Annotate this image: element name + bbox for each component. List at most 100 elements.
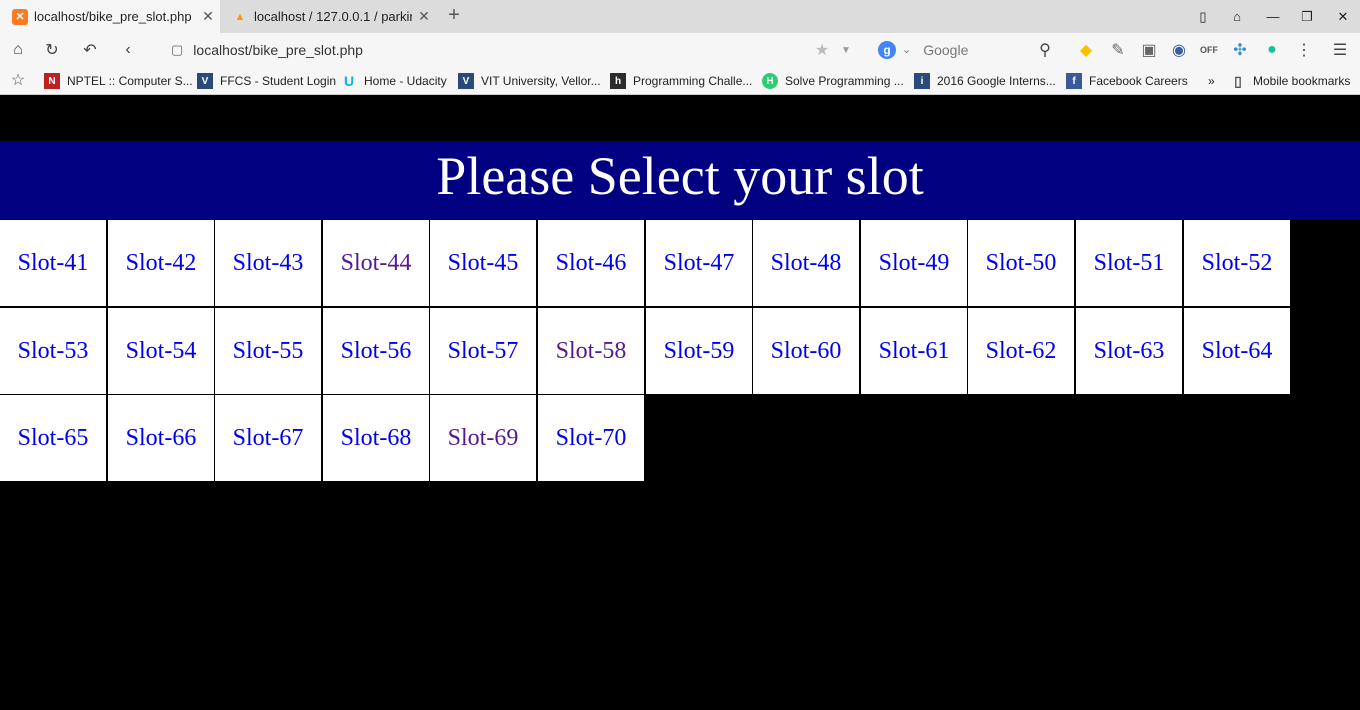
bookmark-star-icon[interactable]: ☆ xyxy=(6,68,30,92)
arrows-extension-icon[interactable]: ✣ xyxy=(1228,38,1252,62)
toolbar: ⌂ ↻ ↶ ‹ ▢ localhost/bike_pre_slot.php ★ … xyxy=(0,33,1360,66)
bookmark-ffcs[interactable]: V FFCS - Student Login xyxy=(197,71,336,91)
close-tab-icon[interactable]: ✕ xyxy=(412,8,436,25)
slot-link[interactable]: Slot-59 xyxy=(646,308,752,394)
bookmark-google-interns[interactable]: i 2016 Google Interns... xyxy=(914,71,1056,91)
slot-link[interactable]: Slot-49 xyxy=(861,220,967,306)
facebook-icon: f xyxy=(1066,73,1082,89)
reload-icon[interactable]: ↻ xyxy=(40,38,64,62)
star-icon[interactable]: ★ xyxy=(810,38,834,62)
slot-link[interactable]: Slot-53 xyxy=(0,308,106,394)
bookmark-hackerearth[interactable]: H Solve Programming ... xyxy=(762,71,904,91)
slot-link[interactable]: Slot-55 xyxy=(215,308,321,394)
info-icon: i xyxy=(914,73,930,89)
bookmark-nptel[interactable]: N NPTEL :: Computer S... xyxy=(44,71,193,91)
image-icon[interactable]: ▣ xyxy=(1137,38,1161,62)
ffcs-icon: V xyxy=(197,73,213,89)
maximize-icon[interactable]: ❐ xyxy=(1290,0,1324,33)
vit-icon: V xyxy=(458,73,474,89)
back-icon[interactable]: ‹ xyxy=(116,38,140,62)
page-title: Please Select your slot xyxy=(0,141,1360,219)
home-icon[interactable]: ⌂ xyxy=(6,38,30,62)
undo-icon[interactable]: ↶ xyxy=(78,38,102,62)
slot-link[interactable]: Slot-57 xyxy=(430,308,536,394)
bookmark-label: Mobile bookmarks xyxy=(1253,74,1351,88)
off-extension-icon[interactable]: OFF xyxy=(1197,38,1221,62)
search-engine-icon: g xyxy=(878,40,896,59)
bookmark-udacity[interactable]: U Home - Udacity xyxy=(341,71,447,91)
bookmark-label: VIT University, Vellor... xyxy=(481,74,601,88)
bookmark-label: Programming Challe... xyxy=(633,74,753,88)
hackerrank-icon: h xyxy=(610,73,626,89)
slot-link[interactable]: Slot-67 xyxy=(215,395,321,481)
chevron-down-icon[interactable]: ⌄ xyxy=(902,43,911,56)
slot-link[interactable]: Slot-62 xyxy=(968,308,1074,394)
keep-icon[interactable]: ◆ xyxy=(1074,38,1098,62)
slot-link[interactable]: Slot-50 xyxy=(968,220,1074,306)
slot-link[interactable]: Slot-44 xyxy=(323,220,429,306)
bookmark-vit[interactable]: V VIT University, Vellor... xyxy=(458,71,601,91)
bookmark-label: Home - Udacity xyxy=(364,74,447,88)
phpmyadmin-icon: ▲ xyxy=(234,10,246,23)
bookmark-label: 2016 Google Interns... xyxy=(937,74,1056,88)
brush-icon[interactable]: ✎ xyxy=(1106,38,1130,62)
bookmark-facebook[interactable]: f Facebook Careers xyxy=(1066,71,1188,91)
slot-link[interactable]: Slot-70 xyxy=(538,395,644,481)
tab-phpmyadmin[interactable]: ▲ localhost / 127.0.0.1 / parking ✕ xyxy=(220,0,436,33)
slot-link[interactable]: Slot-45 xyxy=(430,220,536,306)
slot-link[interactable]: Slot-51 xyxy=(1076,220,1182,306)
address-bar[interactable]: ▢ localhost/bike_pre_slot.php xyxy=(155,37,855,62)
slot-link[interactable]: Slot-66 xyxy=(108,395,214,481)
page-content: Please Select your slot Slot-41 Slot-42 Sl… xyxy=(0,96,1360,710)
slot-link[interactable]: Slot-47 xyxy=(646,220,752,306)
slot-link[interactable]: Slot-60 xyxy=(753,308,859,394)
bookmark-label: NPTEL :: Computer S... xyxy=(67,74,193,88)
dropdown-icon[interactable]: ▼ xyxy=(834,38,858,62)
slot-link[interactable]: Slot-63 xyxy=(1076,308,1182,394)
close-tab-icon[interactable]: ✕ xyxy=(196,8,220,25)
slot-link[interactable]: Slot-42 xyxy=(108,220,214,306)
slot-link[interactable]: Slot-69 xyxy=(430,395,536,481)
tab-bike-pre-slot[interactable]: ✕ localhost/bike_pre_slot.php ✕ xyxy=(0,0,220,33)
extensions-icon[interactable]: ⌂ xyxy=(1220,0,1254,33)
phone-icon: ▯ xyxy=(1234,72,1242,89)
slot-link[interactable]: Slot-43 xyxy=(215,220,321,306)
slot-link[interactable]: Slot-48 xyxy=(753,220,859,306)
search-icon[interactable]: ⚲ xyxy=(1033,38,1057,62)
slot-link[interactable]: Slot-58 xyxy=(538,308,644,394)
tab-title: localhost/bike_pre_slot.php xyxy=(34,9,192,24)
page-icon: ▢ xyxy=(171,41,184,57)
vit-extension-icon[interactable]: ◉ xyxy=(1167,38,1191,62)
slot-link[interactable]: Slot-68 xyxy=(323,395,429,481)
search-input[interactable]: Google xyxy=(923,42,968,58)
nptel-icon: N xyxy=(44,73,60,89)
new-tab-button[interactable]: + xyxy=(444,5,464,27)
search-box[interactable]: g ⌄ Google xyxy=(878,37,1058,62)
slot-link[interactable]: Slot-46 xyxy=(538,220,644,306)
udacity-icon: U xyxy=(343,73,355,89)
tab-strip: ✕ localhost/bike_pre_slot.php ✕ ▲ localh… xyxy=(0,0,1360,33)
slot-link[interactable]: Slot-54 xyxy=(108,308,214,394)
bookmarks-bar: ☆ N NPTEL :: Computer S... V FFCS - Stud… xyxy=(0,66,1360,95)
sidebar-toggle-icon[interactable]: ▯ xyxy=(1186,0,1220,33)
bookmark-hackerrank[interactable]: h Programming Challe... xyxy=(610,71,752,91)
bookmark-label: Solve Programming ... xyxy=(785,74,904,88)
slot-link[interactable]: Slot-65 xyxy=(0,395,106,481)
tab-title: localhost / 127.0.0.1 / parking xyxy=(254,9,412,24)
mobile-bookmarks[interactable]: ▯ Mobile bookmarks xyxy=(1230,71,1350,91)
address-text: localhost/bike_pre_slot.php xyxy=(193,41,363,58)
more-vertical-icon[interactable]: ⋮ xyxy=(1292,38,1316,62)
xampp-icon: ✕ xyxy=(12,8,28,25)
slot-link[interactable]: Slot-52 xyxy=(1184,220,1290,306)
menu-icon[interactable]: ☰ xyxy=(1328,38,1352,62)
bookmark-label: Facebook Careers xyxy=(1089,74,1188,88)
bookmark-label: FFCS - Student Login xyxy=(220,74,337,88)
slot-link[interactable]: Slot-64 xyxy=(1184,308,1290,394)
slot-link[interactable]: Slot-56 xyxy=(323,308,429,394)
grammarly-icon[interactable]: ● xyxy=(1260,38,1284,62)
close-window-icon[interactable]: ✕ xyxy=(1326,0,1360,33)
bookmarks-overflow-button[interactable]: » xyxy=(1208,71,1215,91)
slot-link[interactable]: Slot-41 xyxy=(0,220,106,306)
slot-link[interactable]: Slot-61 xyxy=(861,308,967,394)
minimize-icon[interactable]: — xyxy=(1256,0,1290,33)
